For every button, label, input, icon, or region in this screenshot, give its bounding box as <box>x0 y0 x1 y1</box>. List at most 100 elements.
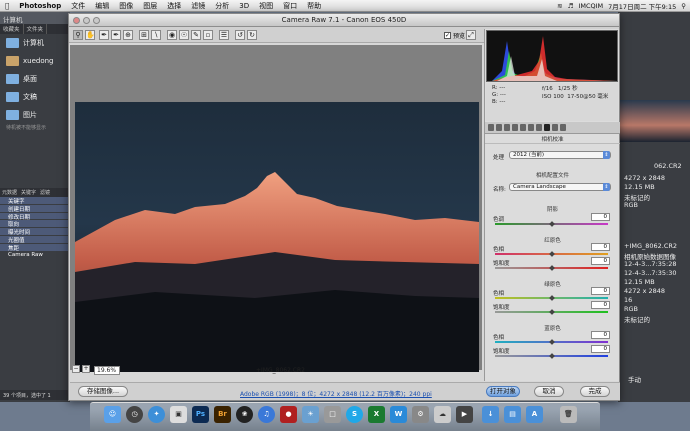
graduated-filter-icon[interactable]: ▫ <box>203 30 213 40</box>
tab-presets-icon[interactable] <box>552 124 558 131</box>
sidebar-item-home[interactable]: xuedong <box>0 52 70 70</box>
photo-preview[interactable] <box>75 102 479 372</box>
dashboard-icon[interactable]: ◷ <box>126 406 143 423</box>
tab-tone-curve-icon[interactable] <box>496 124 502 131</box>
photo-booth-icon[interactable]: ● <box>280 406 297 423</box>
menu-select[interactable]: 选择 <box>162 1 186 11</box>
iphoto-icon[interactable]: ☀ <box>302 406 319 423</box>
tab-hsl-icon[interactable] <box>512 124 518 131</box>
red-hue-field[interactable]: 0 <box>591 243 610 251</box>
apple-menu[interactable]:  <box>0 2 14 10</box>
aperture-icon[interactable]: ❀ <box>236 406 253 423</box>
blue-sat-field[interactable]: 0 <box>591 345 610 353</box>
documents-folder-icon[interactable]: ▤ <box>504 406 521 423</box>
trash-icon[interactable]: 🗑 <box>560 406 577 423</box>
itunes-icon[interactable]: ♫ <box>258 406 275 423</box>
menu-view[interactable]: 视图 <box>254 1 278 11</box>
minimize-button[interactable] <box>83 17 90 24</box>
tab-split-toning-icon[interactable] <box>520 124 526 131</box>
rotate-left-icon[interactable]: ↺ <box>235 30 245 40</box>
menu-3d[interactable]: 3D <box>234 2 254 10</box>
tab-detail-icon[interactable] <box>504 124 510 131</box>
zoom-in-icon[interactable]: + <box>82 365 90 373</box>
wifi-icon[interactable]: ≋ <box>557 2 562 10</box>
volume-icon[interactable]: ♬ <box>568 2 574 10</box>
menu-filter[interactable]: 滤镜 <box>186 1 210 11</box>
close-button[interactable] <box>73 17 80 24</box>
excel-icon[interactable]: X <box>368 406 385 423</box>
zoom-level-select[interactable]: 19.6% <box>94 366 120 375</box>
menu-edit[interactable]: 编辑 <box>90 1 114 11</box>
menubar-clock[interactable]: 7月17日周二 下午9:15 <box>608 1 676 11</box>
list-item[interactable]: Camera Raw <box>0 251 70 260</box>
tab-effects-icon[interactable] <box>536 124 542 131</box>
sidebar-item-documents[interactable]: 文稿 <box>0 88 70 106</box>
menu-help[interactable]: 帮助 <box>302 1 326 11</box>
sidebar-item-pictures[interactable]: 图片 <box>0 106 70 124</box>
image-canvas[interactable] <box>70 45 482 372</box>
tab-snapshots-icon[interactable] <box>560 124 566 131</box>
list-item[interactable]: 曝光时间 <box>0 228 70 236</box>
cancel-button[interactable]: 取消 <box>534 386 564 397</box>
green-hue-field[interactable]: 0 <box>591 287 610 295</box>
menu-image[interactable]: 图像 <box>114 1 138 11</box>
sidebar-item-desktop[interactable]: 桌面 <box>0 70 70 88</box>
tab-calibration-icon[interactable] <box>544 124 550 131</box>
profile-select[interactable]: Camera Landscape <box>509 183 611 191</box>
bridge-icon[interactable]: Br <box>214 406 231 423</box>
preview-checkbox[interactable]: ✓ <box>444 32 451 39</box>
workflow-options-link[interactable]: Adobe RGB (1998)；8 位；4272 x 2848 (12.2 百… <box>240 389 432 398</box>
quicktime-icon[interactable]: ▶ <box>456 406 473 423</box>
system-prefs-icon[interactable]: ⚙ <box>412 406 429 423</box>
zoom-out-icon[interactable]: − <box>72 365 80 373</box>
adjustment-brush-icon[interactable]: ✎ <box>191 30 201 40</box>
rotate-right-icon[interactable]: ↻ <box>247 30 257 40</box>
list-item[interactable]: 光圈值 <box>0 235 70 244</box>
white-balance-tool-icon[interactable]: ✒ <box>99 30 109 40</box>
list-item[interactable]: 焦距 <box>0 243 70 252</box>
menu-window[interactable]: 窗口 <box>278 1 302 11</box>
tab-metadata[interactable]: 元数据 <box>0 188 19 197</box>
tab-basic-icon[interactable] <box>488 124 494 131</box>
preview-icon[interactable]: ▣ <box>170 406 187 423</box>
spot-removal-icon[interactable]: ◉ <box>167 30 177 40</box>
list-item[interactable]: 修改日期 <box>0 212 70 221</box>
menu-file[interactable]: 文件 <box>66 1 90 11</box>
fullscreen-icon[interactable]: ⤢ <box>466 30 476 40</box>
red-eye-icon[interactable]: ☉ <box>179 30 189 40</box>
done-button[interactable]: 完成 <box>580 386 610 397</box>
word-icon[interactable]: W <box>390 406 407 423</box>
safari-icon[interactable]: ✦ <box>148 406 165 423</box>
green-sat-field[interactable]: 0 <box>591 301 610 309</box>
zoom-button[interactable] <box>93 17 100 24</box>
process-select[interactable]: 2012 (当前) <box>509 151 611 159</box>
image-capture-icon[interactable]: □ <box>324 406 341 423</box>
crop-tool-icon[interactable]: ⊞ <box>139 30 149 40</box>
preview-toggle[interactable]: ✓ 预览 <box>444 31 465 40</box>
menu-analysis[interactable]: 分析 <box>210 1 234 11</box>
open-object-button[interactable]: 打开对象 <box>486 386 520 397</box>
hand-tool-icon[interactable]: ✋ <box>85 30 95 40</box>
menu-photoshop[interactable]: Photoshop <box>14 2 66 10</box>
zoom-tool-icon[interactable]: ⚲ <box>73 30 83 40</box>
straighten-tool-icon[interactable]: ∖ <box>151 30 161 40</box>
list-item[interactable]: 取向 <box>0 220 70 228</box>
shadows-tint-field[interactable]: 0 <box>591 213 610 221</box>
tab-keywords[interactable]: 关键字 <box>19 188 38 197</box>
menubar-user[interactable]: IMCQIM <box>578 2 603 10</box>
list-item[interactable]: 创建日期 <box>0 204 70 213</box>
applications-folder-icon[interactable]: A <box>526 406 543 423</box>
photoshop-icon[interactable]: Ps <box>192 406 209 423</box>
sidebar-item-computer[interactable]: 计算机 <box>0 34 70 52</box>
tab-filter[interactable]: 滤镜 <box>38 188 52 197</box>
spotlight-icon[interactable]: ⚲ <box>681 2 686 10</box>
red-sat-field[interactable]: 0 <box>591 257 610 265</box>
target-adjust-icon[interactable]: ⊕ <box>123 30 133 40</box>
list-item[interactable]: 关键字 <box>0 197 70 205</box>
preferences-icon[interactable]: ☰ <box>219 30 229 40</box>
color-sampler-icon[interactable]: ✒ <box>111 30 121 40</box>
downloads-folder-icon[interactable]: ↓ <box>482 406 499 423</box>
blue-hue-field[interactable]: 0 <box>591 331 610 339</box>
menu-layer[interactable]: 图层 <box>138 1 162 11</box>
save-image-button[interactable]: 存储图像... <box>78 386 128 397</box>
